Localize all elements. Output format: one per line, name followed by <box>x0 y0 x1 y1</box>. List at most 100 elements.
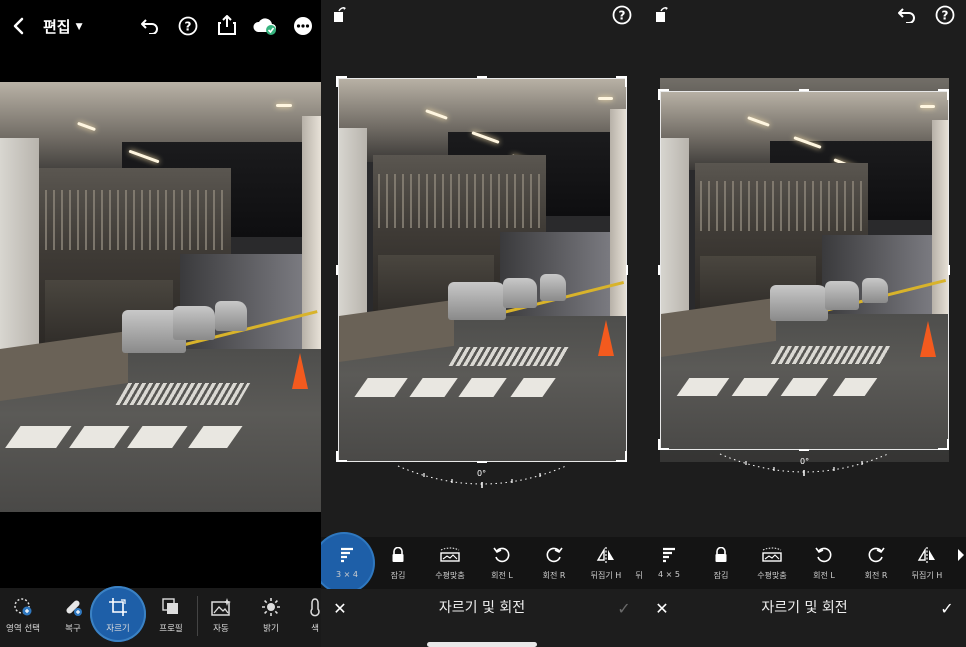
crop-panel-4x5: ? 0° 4 × 5 잠김 수평맞춤 회전 L 회전 R 뒤집기 H ✕ 자르기… <box>643 0 966 647</box>
select-area-icon <box>13 596 33 618</box>
crop-corner-handle[interactable] <box>658 439 669 450</box>
option-lock[interactable]: 잠김 <box>372 537 424 589</box>
option-label: 회전 R <box>542 571 566 580</box>
home-indicator <box>427 642 537 647</box>
straighten-dial[interactable] <box>396 462 568 492</box>
profiles-icon <box>162 596 180 618</box>
tool-label: 밝기 <box>263 624 279 634</box>
tool-label: 색 <box>311 624 319 634</box>
crop-corner-handle[interactable] <box>658 89 669 100</box>
flip-horizontal-icon <box>596 545 616 565</box>
lock-icon <box>391 545 405 565</box>
option-rotate-right[interactable]: 회전 R <box>528 537 580 589</box>
option-overflow[interactable]: 뒤 <box>632 537 643 589</box>
rotate-right-icon <box>867 545 885 565</box>
crop-icon <box>108 596 128 618</box>
option-rotate-left[interactable]: 회전 L <box>798 537 850 589</box>
flip-horizontal-icon <box>917 545 937 565</box>
straighten-icon <box>439 545 461 565</box>
edit-menu-title[interactable]: 편집 ▼ <box>43 16 83 37</box>
option-aspect-ratio[interactable]: 3 × 4 <box>321 537 373 589</box>
crop-corner-handle[interactable] <box>616 76 627 87</box>
crop-corner-handle[interactable] <box>336 451 347 462</box>
color-icon <box>308 596 321 618</box>
crop-corner-handle[interactable] <box>336 76 347 87</box>
chevron-down-icon: ▼ <box>75 21 83 32</box>
help-icon[interactable]: ? <box>611 4 633 26</box>
tool-crop[interactable]: 자르기 <box>95 588 141 647</box>
undo-icon[interactable] <box>139 15 161 37</box>
tool-select-area[interactable]: 영역 선택 <box>0 588 46 647</box>
lock-icon <box>714 545 728 565</box>
aspect-rotate-icon[interactable] <box>331 6 349 24</box>
tool-brightness[interactable]: 밝기 <box>248 588 294 647</box>
option-label: 수평맞춤 <box>435 571 465 580</box>
photo-preview[interactable] <box>0 82 321 512</box>
flip-vertical-icon <box>956 545 966 565</box>
crop-frame[interactable] <box>338 78 627 462</box>
auto-icon <box>211 596 231 618</box>
confirm-check-icon[interactable]: ✓ <box>615 598 633 618</box>
crop-edge-handle[interactable] <box>626 265 628 275</box>
option-label: 회전 L <box>491 571 513 580</box>
tool-label: 복구 <box>65 624 81 634</box>
option-straighten[interactable]: 수평맞춤 <box>424 537 476 589</box>
crop-corner-handle[interactable] <box>938 89 949 100</box>
option-overflow[interactable] <box>955 537 966 589</box>
option-aspect-ratio[interactable]: 4 × 5 <box>643 537 695 589</box>
option-label: 4 × 5 <box>658 570 680 579</box>
option-straighten[interactable]: 수평맞춤 <box>746 537 798 589</box>
page-title: 편집 <box>43 18 71 36</box>
tool-label: 자르기 <box>106 624 130 634</box>
rotate-left-icon <box>815 545 833 565</box>
confirm-check-icon[interactable]: ✓ <box>938 598 956 618</box>
tool-label: 프로필 <box>159 624 183 634</box>
option-rotate-left[interactable]: 회전 L <box>476 537 528 589</box>
option-label: 수평맞춤 <box>757 571 787 580</box>
help-icon[interactable]: ? <box>934 4 956 26</box>
straighten-icon <box>761 545 783 565</box>
straighten-dial[interactable] <box>718 450 890 480</box>
crop-frame[interactable] <box>660 91 949 450</box>
tool-color[interactable]: 색 <box>300 588 321 647</box>
tool-profiles[interactable]: 프로필 <box>148 588 194 647</box>
tool-auto[interactable]: 자동 <box>198 588 244 647</box>
svg-text:?: ? <box>942 9 949 23</box>
tool-label: 영역 선택 <box>6 624 40 634</box>
rotate-left-icon <box>493 545 511 565</box>
crop-corner-handle[interactable] <box>938 439 949 450</box>
option-lock[interactable]: 잠김 <box>695 537 747 589</box>
aspect-icon <box>339 545 355 565</box>
brightness-icon <box>261 596 281 618</box>
crop-edge-handle[interactable] <box>799 89 809 91</box>
aspect-rotate-icon[interactable] <box>653 6 671 24</box>
share-icon[interactable] <box>216 13 238 37</box>
crop-edge-handle[interactable] <box>477 76 487 78</box>
crop-edge-handle[interactable] <box>336 265 338 275</box>
crop-edge-handle[interactable] <box>948 265 950 275</box>
crop-panel-3x4: ? 0° 3 × 4 잠김 수평맞춤 회전 L 회전 R 뒤집기 H 뒤 ✕ 자… <box>321 0 643 647</box>
crop-corner-handle[interactable] <box>616 451 627 462</box>
option-label: 잠김 <box>390 571 406 580</box>
option-label: 회전 R <box>864 571 888 580</box>
more-icon[interactable] <box>292 15 314 37</box>
option-label: 뒤집기 H <box>911 571 943 580</box>
option-label-truncated: 뒤 <box>635 571 643 580</box>
back-arrow-icon[interactable] <box>8 15 28 37</box>
cloud-sync-icon[interactable] <box>252 15 278 37</box>
option-label: 잠김 <box>713 571 729 580</box>
option-rotate-right[interactable]: 회전 R <box>850 537 902 589</box>
crop-title: 자르기 및 회전 <box>438 600 526 616</box>
tool-label: 자동 <box>213 624 229 634</box>
tool-healing[interactable]: 복구 <box>50 588 96 647</box>
option-flip-horizontal[interactable]: 뒤집기 H <box>901 537 953 589</box>
svg-text:?: ? <box>185 20 192 34</box>
option-label: 뒤집기 H <box>590 571 622 580</box>
help-icon[interactable]: ? <box>177 15 199 37</box>
crop-edge-handle[interactable] <box>658 265 660 275</box>
option-flip-horizontal[interactable]: 뒤집기 H <box>580 537 632 589</box>
healing-icon <box>63 596 83 618</box>
svg-text:?: ? <box>619 9 626 23</box>
option-label: 3 × 4 <box>336 570 358 579</box>
undo-icon[interactable] <box>896 4 918 26</box>
